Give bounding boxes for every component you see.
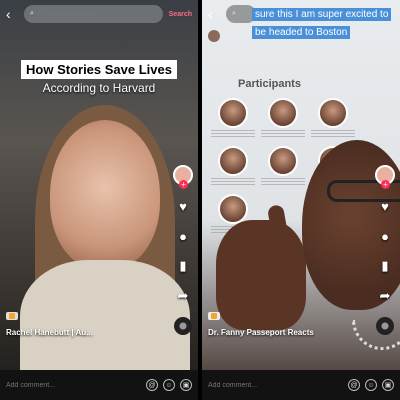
participant-photo [218,98,248,128]
action-rail: ♥ ● ▮ ➦ [172,165,194,335]
video-badge[interactable] [6,312,18,320]
back-icon[interactable]: ‹ [6,6,18,22]
participant-photo [268,146,298,176]
emoji-icon[interactable]: ☺ [365,379,377,391]
poster-avatar [208,30,220,42]
search-icon: ⌕ [232,10,236,17]
participant-card [308,98,358,138]
comment-bar: @ ☺ ▣ [202,370,400,400]
participant-card [258,98,308,138]
participant-photo [268,98,298,128]
badge-icon [9,313,15,319]
person-hand [216,220,306,330]
search-icon: ⌕ [30,10,34,17]
heart-icon[interactable]: ♥ [174,197,192,215]
video-pane-left[interactable]: ‹ ⌕ Search How Stories Save Lives Accord… [0,0,198,400]
search-box[interactable]: ⌕ [24,5,163,23]
person-face [50,120,160,270]
back-icon[interactable]: ‹ [208,6,220,22]
participant-photo [318,98,348,128]
participant-card [258,146,308,186]
comment-icon[interactable]: ● [376,227,394,245]
music-disc-icon[interactable] [174,317,192,335]
bookmark-icon[interactable]: ▮ [376,257,394,275]
participant-name [261,130,305,138]
share-icon[interactable]: ➦ [376,287,394,305]
top-search-bar: ‹ ⌕ Search [0,4,198,24]
comment-input[interactable] [6,381,141,389]
video-caption-right: sure this I am super excited to be heade… [252,4,392,40]
emoji-icon[interactable]: ☺ [163,379,175,391]
at-icon[interactable]: @ [348,379,360,391]
poster-handle[interactable] [208,30,220,42]
comment-input[interactable] [208,381,343,389]
badge-icon [211,313,217,319]
author-name[interactable]: Dr. Fanny Passeport Reacts [208,328,314,337]
participant-card [208,98,258,138]
comment-icon[interactable]: ● [174,227,192,245]
action-rail: ♥ ● ▮ ➦ [374,165,396,335]
at-icon[interactable]: @ [146,379,158,391]
gift-icon[interactable]: ▣ [180,379,192,391]
music-disc-icon[interactable] [376,317,394,335]
search-input[interactable] [37,10,157,18]
participant-name [261,178,305,186]
search-button[interactable]: Search [169,11,192,18]
participant-name [211,130,255,138]
creator-avatar-follow[interactable] [173,165,193,189]
participant-card [208,146,258,186]
video-badge[interactable] [208,312,220,320]
participants-title: Participants [238,78,301,90]
heart-icon[interactable]: ♥ [376,197,394,215]
share-icon[interactable]: ➦ [174,287,192,305]
participant-name [311,130,355,138]
author-name[interactable]: Rachel Hanebutt | Au... [6,328,93,337]
caption-line-2: According to Harvard [42,81,156,95]
caption-line-1: How Stories Save Lives [21,60,177,79]
participant-photo [218,146,248,176]
bookmark-icon[interactable]: ▮ [174,257,192,275]
gift-icon[interactable]: ▣ [382,379,394,391]
video-pane-right[interactable]: ‹ ⌕ sure this I am super excited to be h… [202,0,400,400]
comment-bar: @ ☺ ▣ [0,370,198,400]
participant-photo [218,194,248,224]
creator-avatar-follow[interactable] [375,165,395,189]
video-caption: How Stories Save Lives According to Harv… [0,60,198,95]
participant-name [211,178,255,186]
caption-text: sure this I am super excited to be heade… [252,8,392,39]
